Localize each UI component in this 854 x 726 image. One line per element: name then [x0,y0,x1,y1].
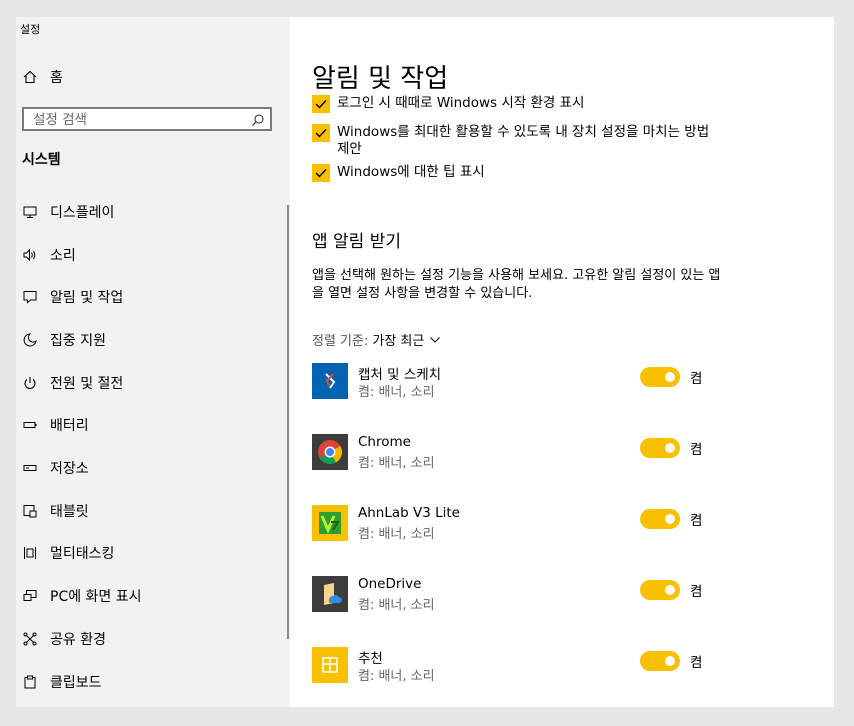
checkbox-row[interactable]: Windows를 최대한 활용할 수 있도록 내 장치 설정을 마치는 방법 제… [312,124,717,158]
sort-dropdown[interactable]: 정렬 기준: 가장 최근 [312,330,441,349]
toggle-knob [665,656,675,666]
sidebar-item-power[interactable]: 전원 및 절전 [16,365,286,401]
power-icon [22,375,38,391]
multitasking-icon [22,545,38,561]
notification-toggle[interactable] [640,367,680,387]
app-status: 켬: 배너, 소리 [358,385,435,400]
sidebar-item-label: 알림 및 작업 [50,290,124,306]
app-row[interactable]: 캡처 및 스케치 켬: 배너, 소리 켬 [312,363,712,403]
toggle-knob [665,443,675,453]
sidebar-item-storage[interactable]: 저장소 [16,450,286,486]
app-status: 켬: 배너, 소리 [358,669,435,684]
search-icon[interactable] [251,112,265,126]
sidebar-scrollbar[interactable] [287,205,289,639]
toggle-knob [665,372,675,382]
toggle-knob [665,585,675,595]
app-name: 캡처 및 스케치 [358,367,442,383]
section-title: 시스템 [22,152,61,168]
notification-toggle[interactable] [640,509,680,529]
sidebar-item-display[interactable]: 디스플레이 [16,194,286,230]
checkbox-row[interactable]: 로그인 시 때때로 Windows 시작 환경 표시 [312,95,717,113]
sidebar-item-label: 소리 [50,248,76,264]
sidebar-item-projecting[interactable]: PC에 화면 표시 [16,578,286,614]
app-row[interactable]: Chrome 켬: 배너, 소리 켬 [312,434,712,474]
storage-icon [22,460,38,476]
sidebar-item-notifications[interactable]: 알림 및 작업 [16,279,286,315]
message-icon [22,289,38,305]
checkbox[interactable] [312,124,330,142]
home-nav-item[interactable]: 홈 [16,59,286,95]
sort-key-label: 정렬 기준: [312,334,369,349]
sidebar-item-label: 저장소 [50,461,89,477]
toggle-knob [665,514,675,524]
sidebar-item-multitasking[interactable]: 멀티태스킹 [16,535,286,571]
app-name: AhnLab V3 Lite [358,505,460,521]
sidebar-item-label: 디스플레이 [50,205,115,221]
speaker-icon [22,247,38,263]
sidebar-item-label: 집중 지원 [50,333,106,349]
sidebar-item-label: 전원 및 절전 [50,376,124,392]
onedrive-icon [312,576,348,612]
notification-toggle[interactable] [640,651,680,671]
app-row[interactable]: 추천 켬: 배너, 소리 켬 [312,647,712,687]
app-section-title: 앱 알림 받기 [312,232,402,252]
sidebar-item-tablet[interactable]: 태블릿 [16,493,286,529]
chrome-icon [312,434,348,470]
toggle-state-label: 켬 [690,584,703,600]
search-input[interactable] [24,110,248,130]
app-row[interactable]: OneDrive 켬: 배너, 소리 켬 [312,576,712,616]
suggestions-icon [312,647,348,683]
app-name: OneDrive [358,576,422,592]
checkbox-label: 로그인 시 때때로 Windows 시작 환경 표시 [337,95,585,111]
sidebar-item-label: 클립보드 [50,675,102,691]
tablet-icon [22,503,38,519]
toggle-state-label: 켬 [690,655,703,671]
home-icon [22,69,38,85]
search-box[interactable] [22,107,272,131]
checkbox-label: Windows에 대한 팁 표시 [337,164,485,180]
app-name: Chrome [358,434,411,450]
checkbox[interactable] [312,95,330,113]
chevron-down-icon [430,332,441,347]
checkbox-label: Windows를 최대한 활용할 수 있도록 내 장치 설정을 마치는 방법 제… [337,124,710,157]
clipboard-icon [22,674,38,690]
sidebar-item-label: 공유 환경 [50,632,106,648]
settings-window: 설정 홈 시스템 디스플레이 소리 [16,17,834,707]
toggle-state-label: 켬 [690,442,703,458]
app-status: 켬: 배너, 소리 [358,598,435,613]
app-section-description: 앱을 선택해 원하는 설정 기능을 사용해 보세요. 고유한 알림 설정이 있는… [312,268,721,301]
moon-icon [22,332,38,348]
sidebar-item-sound[interactable]: 소리 [16,237,286,273]
app-status: 켬: 배너, 소리 [358,527,435,542]
app-status: 켬: 배너, 소리 [358,456,435,471]
sidebar-item-shared-experiences[interactable]: 공유 환경 [16,621,286,657]
toggle-state-label: 켬 [690,371,703,387]
share-icon [22,631,38,647]
sidebar-item-label: 태블릿 [50,504,89,520]
notification-toggle[interactable] [640,438,680,458]
sidebar-item-battery[interactable]: 배터리 [16,407,286,443]
page-title: 알림 및 작업 [312,64,449,94]
home-label: 홈 [50,70,63,86]
notification-toggle[interactable] [640,580,680,600]
sort-value: 가장 최근 [372,334,425,349]
toggle-state-label: 켬 [690,513,703,529]
sidebar: 설정 홈 시스템 디스플레이 소리 [16,17,290,707]
ahnlab-icon [312,505,348,541]
main-content: 알림 및 작업 로그인 시 때때로 Windows 시작 환경 표시 Windo… [290,17,834,707]
sidebar-item-label: 멀티태스킹 [50,546,115,562]
monitor-icon [22,204,38,220]
app-row[interactable]: AhnLab V3 Lite 켬: 배너, 소리 켬 [312,505,712,545]
sidebar-item-label: PC에 화면 표시 [50,589,142,605]
window-title: 설정 [20,23,41,36]
snip-sketch-icon [312,363,348,399]
sidebar-item-clipboard[interactable]: 클립보드 [16,664,286,700]
sidebar-item-focus-assist[interactable]: 집중 지원 [16,322,286,358]
checkbox-row[interactable]: Windows에 대한 팁 표시 [312,164,717,182]
battery-icon [22,417,38,433]
sidebar-item-label: 배터리 [50,418,89,434]
checkbox[interactable] [312,164,330,182]
project-icon [22,588,38,604]
app-name: 추천 [358,651,383,667]
